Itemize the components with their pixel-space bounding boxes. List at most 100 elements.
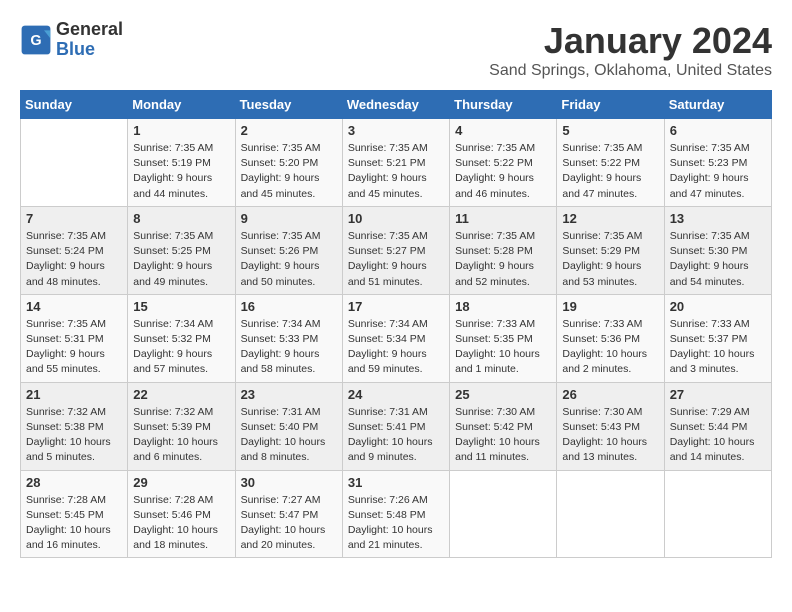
day-number: 28	[26, 475, 122, 490]
day-number: 31	[348, 475, 444, 490]
calendar-day-cell: 1 Sunrise: 7:35 AMSunset: 5:19 PMDaylight…	[128, 119, 235, 207]
day-info: Sunrise: 7:35 AMSunset: 5:25 PMDaylight:…	[133, 229, 229, 290]
weekday-header: Thursday	[450, 91, 557, 119]
day-number: 3	[348, 123, 444, 138]
day-info: Sunrise: 7:35 AMSunset: 5:29 PMDaylight:…	[562, 229, 658, 290]
day-info: Sunrise: 7:32 AMSunset: 5:38 PMDaylight:…	[26, 405, 122, 466]
title-location: Sand Springs, Oklahoma, United States	[489, 62, 772, 80]
day-number: 20	[670, 299, 766, 314]
calendar-day-cell: 22 Sunrise: 7:32 AMSunset: 5:39 PMDayligh…	[128, 382, 235, 470]
day-number: 24	[348, 387, 444, 402]
calendar-day-cell: 30Sunrise: 7:27 AMSunset: 5:47 PMDayligh…	[235, 470, 342, 558]
calendar-day-cell: 25Sunrise: 7:30 AMSunset: 5:42 PMDayligh…	[450, 382, 557, 470]
logo-icon: G	[20, 24, 52, 56]
day-number: 22	[133, 387, 229, 402]
day-number: 16	[241, 299, 337, 314]
calendar-day-cell: 15Sunrise: 7:34 AMSunset: 5:32 PMDayligh…	[128, 294, 235, 382]
day-number: 21	[26, 387, 122, 402]
day-number: 19	[562, 299, 658, 314]
weekday-header: Wednesday	[342, 91, 449, 119]
calendar-day-cell	[21, 119, 128, 207]
day-number: 2	[241, 123, 337, 138]
calendar-day-cell	[557, 470, 664, 558]
calendar-week-row: 14 Sunrise: 7:35 AMSunset: 5:31 PMDayligh…	[21, 294, 772, 382]
calendar-day-cell: 9 Sunrise: 7:35 AMSunset: 5:26 PMDaylight…	[235, 206, 342, 294]
page-header: G General Blue January 2024 Sand Springs…	[20, 20, 772, 80]
logo-blue: Blue	[56, 40, 123, 60]
day-info: Sunrise: 7:28 AMSunset: 5:46 PMDaylight:…	[133, 493, 229, 554]
calendar-day-cell: 16 Sunrise: 7:34 AMSunset: 5:33 PMDayligh…	[235, 294, 342, 382]
day-number: 5	[562, 123, 658, 138]
day-info: Sunrise: 7:29 AMSunset: 5:44 PMDaylight:…	[670, 405, 766, 466]
day-info: Sunrise: 7:34 AMSunset: 5:33 PMDaylight:…	[241, 317, 337, 378]
day-number: 23	[241, 387, 337, 402]
calendar-day-cell: 21 Sunrise: 7:32 AMSunset: 5:38 PMDayligh…	[21, 382, 128, 470]
calendar-day-cell: 11Sunrise: 7:35 AMSunset: 5:28 PMDayligh…	[450, 206, 557, 294]
calendar-week-row: 28 Sunrise: 7:28 AMSunset: 5:45 PMDayligh…	[21, 470, 772, 558]
day-number: 4	[455, 123, 551, 138]
calendar-day-cell: 31 Sunrise: 7:26 AMSunset: 5:48 PMDayligh…	[342, 470, 449, 558]
day-info: Sunrise: 7:35 AMSunset: 5:19 PMDaylight:…	[133, 141, 229, 202]
day-number: 10	[348, 211, 444, 226]
calendar-table: SundayMondayTuesdayWednesdayThursdayFrid…	[20, 90, 772, 558]
weekday-header: Sunday	[21, 91, 128, 119]
day-number: 26	[562, 387, 658, 402]
calendar-day-cell: 24Sunrise: 7:31 AMSunset: 5:41 PMDayligh…	[342, 382, 449, 470]
day-number: 13	[670, 211, 766, 226]
day-info: Sunrise: 7:32 AMSunset: 5:39 PMDaylight:…	[133, 405, 229, 466]
calendar-day-cell: 28 Sunrise: 7:28 AMSunset: 5:45 PMDayligh…	[21, 470, 128, 558]
day-number: 8	[133, 211, 229, 226]
day-info: Sunrise: 7:35 AMSunset: 5:22 PMDaylight:…	[562, 141, 658, 202]
calendar-day-cell: 14 Sunrise: 7:35 AMSunset: 5:31 PMDayligh…	[21, 294, 128, 382]
day-info: Sunrise: 7:35 AMSunset: 5:22 PMDaylight:…	[455, 141, 551, 202]
calendar-day-cell: 12 Sunrise: 7:35 AMSunset: 5:29 PMDayligh…	[557, 206, 664, 294]
calendar-day-cell: 5 Sunrise: 7:35 AMSunset: 5:22 PMDaylight…	[557, 119, 664, 207]
calendar-day-cell: 27Sunrise: 7:29 AMSunset: 5:44 PMDayligh…	[664, 382, 771, 470]
day-info: Sunrise: 7:35 AMSunset: 5:28 PMDaylight:…	[455, 229, 551, 290]
calendar-day-cell: 23Sunrise: 7:31 AMSunset: 5:40 PMDayligh…	[235, 382, 342, 470]
day-number: 12	[562, 211, 658, 226]
day-info: Sunrise: 7:27 AMSunset: 5:47 PMDaylight:…	[241, 493, 337, 554]
day-info: Sunrise: 7:26 AMSunset: 5:48 PMDaylight:…	[348, 493, 444, 554]
calendar-day-cell: 13 Sunrise: 7:35 AMSunset: 5:30 PMDayligh…	[664, 206, 771, 294]
day-info: Sunrise: 7:35 AMSunset: 5:21 PMDaylight:…	[348, 141, 444, 202]
day-info: Sunrise: 7:35 AMSunset: 5:27 PMDaylight:…	[348, 229, 444, 290]
day-info: Sunrise: 7:30 AMSunset: 5:43 PMDaylight:…	[562, 405, 658, 466]
day-number: 1	[133, 123, 229, 138]
day-info: Sunrise: 7:34 AMSunset: 5:34 PMDaylight:…	[348, 317, 444, 378]
day-info: Sunrise: 7:35 AMSunset: 5:24 PMDaylight:…	[26, 229, 122, 290]
day-info: Sunrise: 7:35 AMSunset: 5:23 PMDaylight:…	[670, 141, 766, 202]
day-info: Sunrise: 7:35 AMSunset: 5:31 PMDaylight:…	[26, 317, 122, 378]
calendar-day-cell: 6 Sunrise: 7:35 AMSunset: 5:23 PMDaylight…	[664, 119, 771, 207]
calendar-day-cell: 4 Sunrise: 7:35 AMSunset: 5:22 PMDaylight…	[450, 119, 557, 207]
day-info: Sunrise: 7:33 AMSunset: 5:35 PMDaylight:…	[455, 317, 551, 378]
day-info: Sunrise: 7:35 AMSunset: 5:20 PMDaylight:…	[241, 141, 337, 202]
calendar-week-row: 7 Sunrise: 7:35 AMSunset: 5:24 PMDaylight…	[21, 206, 772, 294]
title-block: January 2024 Sand Springs, Oklahoma, Uni…	[489, 20, 772, 80]
day-number: 7	[26, 211, 122, 226]
calendar-week-row: 21 Sunrise: 7:32 AMSunset: 5:38 PMDayligh…	[21, 382, 772, 470]
calendar-day-cell: 17Sunrise: 7:34 AMSunset: 5:34 PMDayligh…	[342, 294, 449, 382]
day-info: Sunrise: 7:28 AMSunset: 5:45 PMDaylight:…	[26, 493, 122, 554]
day-number: 6	[670, 123, 766, 138]
day-info: Sunrise: 7:33 AMSunset: 5:37 PMDaylight:…	[670, 317, 766, 378]
calendar-week-row: 1 Sunrise: 7:35 AMSunset: 5:19 PMDaylight…	[21, 119, 772, 207]
day-number: 14	[26, 299, 122, 314]
day-number: 29	[133, 475, 229, 490]
day-number: 25	[455, 387, 551, 402]
day-info: Sunrise: 7:33 AMSunset: 5:36 PMDaylight:…	[562, 317, 658, 378]
calendar-day-cell: 19 Sunrise: 7:33 AMSunset: 5:36 PMDayligh…	[557, 294, 664, 382]
weekday-header: Tuesday	[235, 91, 342, 119]
calendar-day-cell	[664, 470, 771, 558]
day-number: 9	[241, 211, 337, 226]
calendar-body: 1 Sunrise: 7:35 AMSunset: 5:19 PMDaylight…	[21, 119, 772, 558]
calendar-day-cell: 29 Sunrise: 7:28 AMSunset: 5:46 PMDayligh…	[128, 470, 235, 558]
calendar-day-cell: 8 Sunrise: 7:35 AMSunset: 5:25 PMDaylight…	[128, 206, 235, 294]
calendar-header: SundayMondayTuesdayWednesdayThursdayFrid…	[21, 91, 772, 119]
day-number: 18	[455, 299, 551, 314]
calendar-day-cell: 3 Sunrise: 7:35 AMSunset: 5:21 PMDaylight…	[342, 119, 449, 207]
logo-text: General Blue	[56, 20, 123, 60]
calendar-day-cell	[450, 470, 557, 558]
day-info: Sunrise: 7:35 AMSunset: 5:26 PMDaylight:…	[241, 229, 337, 290]
day-info: Sunrise: 7:35 AMSunset: 5:30 PMDaylight:…	[670, 229, 766, 290]
